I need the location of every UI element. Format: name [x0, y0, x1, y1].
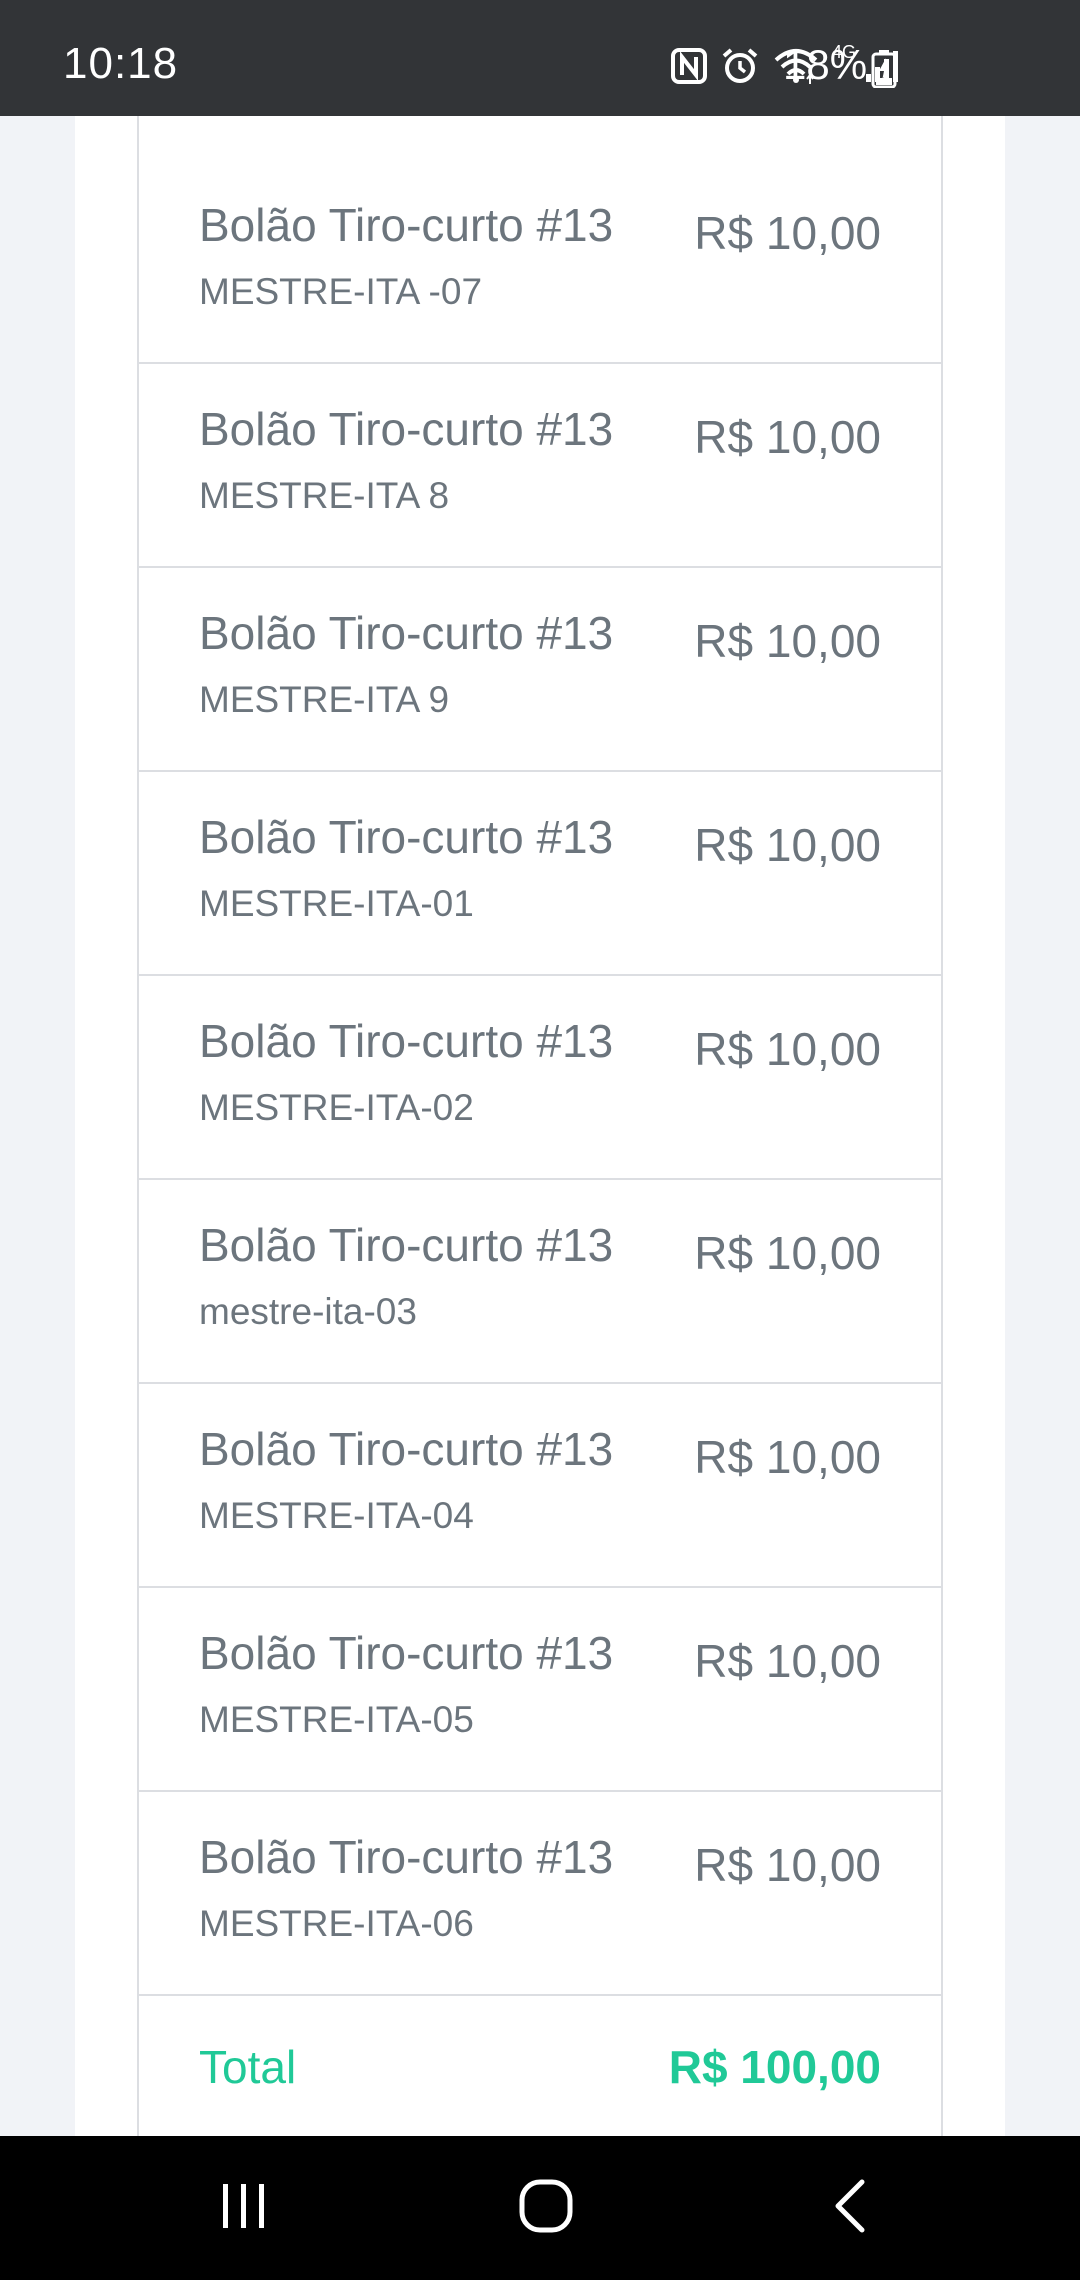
item-price: R$ 10,00 [694, 1635, 881, 1687]
item-subtitle: MESTRE-ITA-04 [199, 1495, 474, 1536]
item-title: Bolão Tiro-curto #13 [199, 1423, 614, 1475]
home-button[interactable] [466, 2136, 626, 2280]
item-title: Bolão Tiro-curto #13 [199, 403, 614, 455]
item-price: R$ 10,00 [694, 615, 881, 667]
cart-total-row: Total R$ 100,00 [137, 1996, 943, 2136]
total-value: R$ 100,00 [668, 2041, 881, 2093]
item-title: Bolão Tiro-curto #13 [199, 199, 614, 251]
total-label: Total [199, 2041, 297, 2093]
nfc-icon [670, 47, 708, 85]
cart-item[interactable]: Bolão Tiro-curto #13 MESTRE-ITA-02 R$ 10… [137, 976, 943, 1180]
status-time: 10:18 [63, 39, 179, 88]
cart-item-list: Bolão Tiro-curto #13 MESTRE-ITA -07 R$ 1… [137, 116, 943, 2136]
item-price: R$ 10,00 [694, 207, 881, 259]
home-icon [518, 2178, 574, 2239]
item-price: R$ 10,00 [694, 819, 881, 871]
item-subtitle: MESTRE-ITA 8 [199, 475, 450, 516]
alarm-icon [720, 46, 760, 86]
item-title: Bolão Tiro-curto #13 [199, 1831, 614, 1883]
navigation-bar [0, 2136, 1080, 2280]
previous-item-stub [137, 116, 943, 160]
item-price: R$ 10,00 [694, 1431, 881, 1483]
recents-icon [218, 2180, 270, 2237]
item-price: R$ 10,00 [694, 1023, 881, 1075]
item-title: Bolão Tiro-curto #13 [199, 1219, 614, 1271]
item-subtitle: MESTRE-ITA -07 [199, 271, 483, 312]
item-price: R$ 10,00 [694, 1839, 881, 1891]
page-content: Bolão Tiro-curto #13 MESTRE-ITA -07 R$ 1… [0, 116, 1080, 2136]
cart-item[interactable]: Bolão Tiro-curto #13 MESTRE-ITA-04 R$ 10… [137, 1384, 943, 1588]
item-subtitle: mestre-ita-03 [199, 1291, 417, 1332]
status-bar: 10:18 4G 18% [0, 0, 1080, 116]
cart-item[interactable]: Bolão Tiro-curto #13 MESTRE-ITA-06 R$ 10… [137, 1792, 943, 1996]
item-subtitle: MESTRE-ITA-06 [199, 1903, 474, 1944]
item-title: Bolão Tiro-curto #13 [199, 607, 614, 659]
item-subtitle: MESTRE-ITA-02 [199, 1087, 474, 1128]
battery-charging-icon [871, 50, 897, 93]
cart-item[interactable]: Bolão Tiro-curto #13 mestre-ita-03 R$ 10… [137, 1180, 943, 1384]
recents-button[interactable] [164, 2136, 324, 2280]
item-subtitle: MESTRE-ITA-01 [199, 883, 474, 924]
item-title: Bolão Tiro-curto #13 [199, 1015, 614, 1067]
cart-item[interactable]: Bolão Tiro-curto #13 MESTRE-ITA 9 R$ 10,… [137, 568, 943, 772]
back-button[interactable] [770, 2136, 930, 2280]
item-subtitle: MESTRE-ITA-05 [199, 1699, 474, 1740]
cart-item[interactable]: Bolão Tiro-curto #13 MESTRE-ITA 8 R$ 10,… [137, 364, 943, 568]
item-price: R$ 10,00 [694, 411, 881, 463]
back-icon [830, 2178, 870, 2239]
cart-item[interactable]: Bolão Tiro-curto #13 MESTRE-ITA -07 R$ 1… [137, 160, 943, 364]
cart-item[interactable]: Bolão Tiro-curto #13 MESTRE-ITA-05 R$ 10… [137, 1588, 943, 1792]
cart-item[interactable]: Bolão Tiro-curto #13 MESTRE-ITA-01 R$ 10… [137, 772, 943, 976]
item-price: R$ 10,00 [694, 1227, 881, 1279]
battery-percent: 18% [783, 41, 868, 88]
item-title: Bolão Tiro-curto #13 [199, 811, 614, 863]
item-title: Bolão Tiro-curto #13 [199, 1627, 614, 1679]
item-subtitle: MESTRE-ITA 9 [199, 679, 450, 720]
